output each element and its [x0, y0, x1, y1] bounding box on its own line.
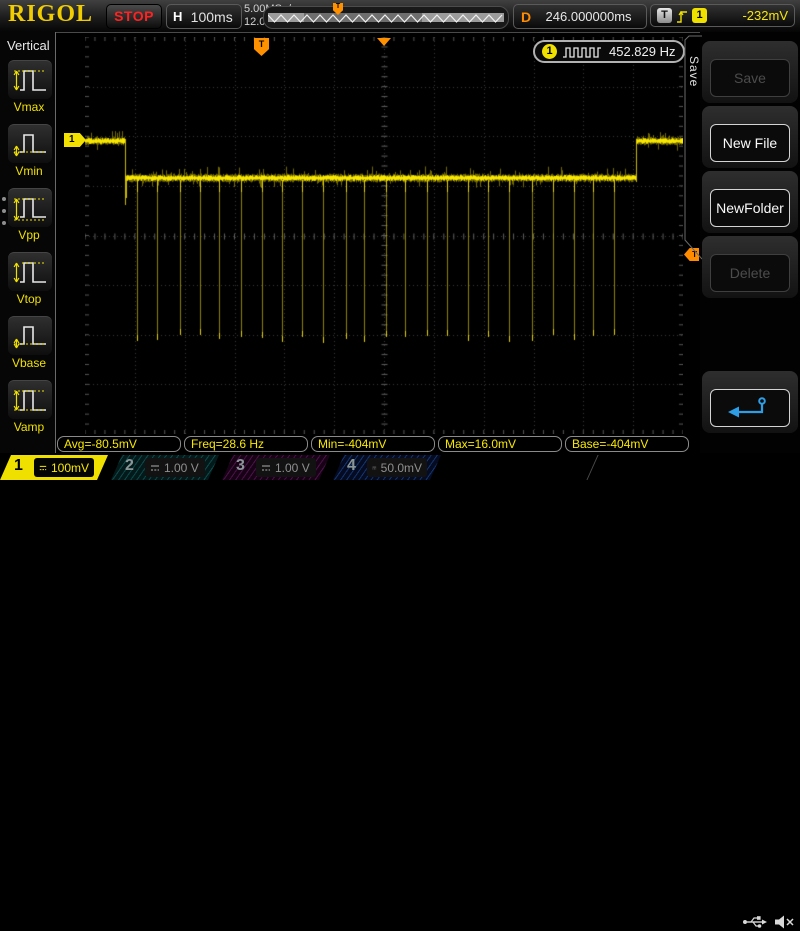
sidebar-item-label: Vpp	[0, 228, 58, 242]
measurement-freq: Freq=28.6 Hz	[184, 436, 308, 452]
delete-button[interactable]: Delete	[710, 254, 790, 292]
vamp-icon	[11, 385, 49, 415]
menu-tab-save: Save	[687, 56, 701, 87]
sidebar-item-vamp[interactable]	[8, 380, 52, 419]
save-button[interactable]: Save	[710, 59, 790, 97]
page-dot	[2, 197, 6, 201]
delay-box: D 246.000000ms	[513, 4, 647, 29]
horizontal-label: H	[173, 9, 182, 24]
measurement-max: Max=16.0mV	[438, 436, 562, 452]
top-status-bar: RIGOL STOP H 100ms 5.00MSa/s 12.0M pts T…	[0, 0, 800, 33]
page-dot	[2, 221, 6, 225]
vmax-icon	[11, 65, 49, 95]
dc-coupling-icon	[372, 464, 377, 472]
menu-block: New File	[702, 106, 798, 168]
channel-2-badge[interactable]: 2 1.00 V	[111, 455, 219, 480]
timebase-value: 100ms	[182, 9, 241, 25]
rising-edge-icon	[676, 8, 688, 24]
sidebar-item-vtop[interactable]	[8, 252, 52, 291]
menu-block	[702, 371, 798, 433]
channel-3-badge[interactable]: 3 1.00 V	[222, 455, 330, 480]
sidebar-item-vpp[interactable]	[8, 188, 52, 227]
sidebar-title: Vertical	[7, 38, 50, 53]
channel1-level-marker[interactable]: 1	[64, 133, 86, 147]
channel-scale: 1.00 V	[164, 461, 199, 475]
preview-waveform-icon	[268, 11, 504, 25]
new-folder-button[interactable]: NewFolder	[710, 189, 790, 227]
trigger-level-value: -232mV	[711, 8, 788, 23]
divider	[586, 455, 612, 480]
menu-block: NewFolder	[702, 171, 798, 233]
vbase-icon	[11, 321, 49, 351]
oscilloscope-screen: { "brand": "RIGOL", "top_bar": { "run_st…	[0, 0, 800, 480]
timebase-box: H 100ms	[166, 4, 242, 29]
square-wave-icon	[562, 46, 604, 58]
channel-4-badge[interactable]: 4 50.0mV	[333, 455, 441, 480]
measurement-base: Base=-404mV	[565, 436, 689, 452]
counter-channel-badge: 1	[542, 44, 557, 59]
horizontal-center-marker-icon	[377, 38, 391, 46]
sidebar-item-vmin[interactable]	[8, 124, 52, 163]
memory-position-preview[interactable]: T	[263, 6, 509, 29]
channel-scale: 100mV	[51, 461, 89, 475]
return-button[interactable]	[710, 389, 790, 427]
sidebar-item-vbase[interactable]	[8, 316, 52, 355]
sidebar-item-label: Vtop	[0, 292, 58, 306]
measurement-avg: Avg=-80.5mV	[57, 436, 181, 452]
dc-coupling-icon	[261, 464, 271, 472]
channel-scale: 50.0mV	[381, 461, 422, 475]
vmin-icon	[11, 129, 49, 159]
run-state-badge: STOP	[106, 4, 162, 29]
vpp-icon	[11, 193, 49, 223]
delay-label: D	[521, 9, 531, 25]
dc-coupling-icon	[39, 464, 47, 472]
sidebar-item-label: Vamp	[0, 420, 58, 434]
frequency-counter: 1 452.829 Hz	[533, 40, 685, 63]
sidebar-item-label: Vmin	[0, 164, 58, 178]
sidebar-item-vmax[interactable]	[8, 60, 52, 99]
new-file-button[interactable]: New File	[710, 124, 790, 162]
speaker-muted-icon	[774, 913, 796, 931]
dc-coupling-icon	[150, 464, 160, 472]
channel-number: 4	[347, 457, 356, 475]
menu-block: Save	[702, 41, 798, 103]
trigger-label: T	[657, 8, 672, 23]
sidebar-item-label: Vbase	[0, 356, 58, 370]
delay-value: 246.000000ms	[531, 9, 646, 24]
counter-value: 452.829 Hz	[609, 44, 676, 59]
sidebar-item-label: Vmax	[0, 100, 58, 114]
channel-1-badge[interactable]: 1 100mV	[0, 455, 108, 480]
vtop-icon	[11, 257, 49, 287]
page-dot	[2, 209, 6, 213]
channel-number: 1	[14, 457, 23, 475]
trigger-box: T 1 -232mV	[650, 4, 795, 27]
rigol-logo: RIGOL	[8, 1, 93, 28]
trigger-source-badge: 1	[692, 8, 707, 23]
channel-scale: 1.00 V	[275, 461, 310, 475]
channel-number: 3	[236, 457, 245, 475]
menu-block: Delete	[702, 236, 798, 298]
channel-status-bar: 1 100mV 2 1.00 V 3 1.00 V	[0, 455, 800, 480]
channel-number: 2	[125, 457, 134, 475]
usb-icon	[742, 913, 768, 931]
return-arrow-icon	[722, 396, 778, 420]
measurement-min: Min=-404mV	[311, 436, 435, 452]
waveform-display	[85, 37, 683, 434]
